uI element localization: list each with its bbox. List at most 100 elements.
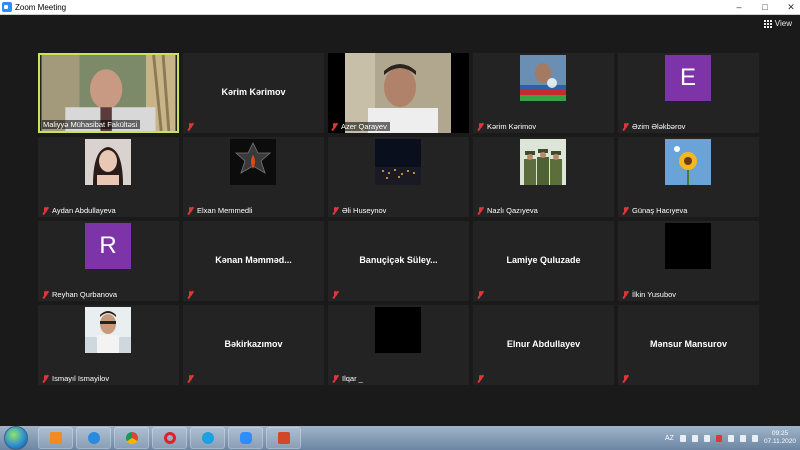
participant-name: Aydan Abdullayeva [52,206,116,215]
mic-muted-icon [332,374,339,383]
participant-name-row: Əli Huseynov [332,206,386,215]
participant-name-row [332,291,339,299]
show-hidden-icons-icon[interactable] [679,434,686,442]
gallery-view: Maliyyə Mühasibat Fakültəsi Kərim Kərimo… [38,53,762,385]
internet-explorer-taskbar-icon[interactable] [76,427,111,449]
profile-photo [375,139,421,185]
participant-tile[interactable]: E Əzim Ələkbərov [618,53,759,133]
mic-muted-icon [477,122,484,131]
taskbar-apps [38,427,301,449]
participant-name-row [187,291,194,299]
participant-name: Əzim Ələkbərov [632,122,686,131]
participant-tile[interactable]: Aydan Abdullayeva [38,137,179,217]
bluetooth-icon[interactable] [703,434,710,442]
participant-display-name: Banuçiçək Süley... [359,255,438,265]
start-button[interactable] [4,426,28,450]
window-controls: – □ ✕ [734,0,796,14]
participant-name: Kərim Kərimov [487,122,537,131]
title-bar: Zoom Meeting – □ ✕ [0,0,800,15]
participant-display-name: Kərim Kərimov [221,87,286,97]
mic-muted-icon [622,375,629,383]
participant-tile[interactable]: İlkin Yusubov [618,221,759,301]
battery-icon[interactable] [727,434,734,442]
participant-tile[interactable]: Günaş Hacıyeva [618,137,759,217]
clock-time: 09:25 [771,430,789,437]
chrome-taskbar-icon[interactable] [114,427,149,449]
participant-tile[interactable]: Ilqar _ [328,305,469,385]
avatar-letter: R [85,223,131,269]
powerpoint-taskbar-icon[interactable] [266,427,301,449]
participant-name-row [187,123,194,131]
mic-muted-icon [477,206,484,215]
participant-tile[interactable]: Lamiye Quluzade [473,221,614,301]
participant-name: Əli Huseynov [342,206,387,215]
profile-photo [520,139,566,185]
participant-name-row: Əzim Ələkbərov [622,122,685,131]
participant-name-row: Nazlı Qazıyeva [477,206,538,215]
security-icon[interactable] [715,434,722,442]
mic-muted-icon [622,206,629,215]
action-center-flag-icon[interactable] [751,434,758,442]
participant-tile[interactable]: Kərim Kərimov [473,53,614,133]
participant-name: Elxan Memmedli [197,206,253,215]
zoom-app-icon [2,2,12,12]
participant-name-row: Ismayıl Ismayilov [42,374,109,383]
maximize-button[interactable]: □ [760,2,770,12]
participant-tile[interactable]: Kənan Məmməd... [183,221,324,301]
participant-display-name: Lamiye Quluzade [506,255,581,265]
participant-tile[interactable]: Nazlı Qazıyeva [473,137,614,217]
participant-tile[interactable]: Bəkirkazımov [183,305,324,385]
participant-name-row [477,375,484,383]
participant-tile[interactable]: Əli Huseynov [328,137,469,217]
participant-name: Günaş Hacıyeva [632,206,688,215]
view-label: View [774,19,792,28]
blank-profile-photo [665,223,711,269]
clock-date: 07.11.2020 [763,438,796,445]
clock[interactable]: 09:25 07.11.2020 [764,430,796,446]
participant-display-name: Kənan Məmməd... [215,255,292,265]
mic-muted-icon [187,375,194,383]
participant-tile[interactable]: Ismayıl Ismayilov [38,305,179,385]
participant-tile[interactable]: Elxan Memmedli [183,137,324,217]
mic-muted-icon [331,122,338,131]
participant-tile[interactable]: R Reyhan Qurbanova [38,221,179,301]
mic-muted-icon [42,206,49,215]
participant-name: Azer Qarayev [341,122,387,131]
mic-muted-icon [42,290,49,299]
participant-tile[interactable]: Kərim Kərimov [183,53,324,133]
participant-name: Maliyyə Mühasibat Fakültəsi [42,120,141,129]
window-title: Zoom Meeting [15,2,67,12]
video-feed [328,53,469,133]
minimize-button[interactable]: – [734,2,744,12]
participant-tile[interactable]: Azer Qarayev [328,53,469,133]
participant-display-name: Elnur Abdullayev [506,339,581,349]
volume-icon[interactable] [739,434,746,442]
participant-name-row [622,375,629,383]
profile-photo [85,139,131,185]
participant-tile[interactable]: Maliyyə Mühasibat Fakültəsi [38,53,179,133]
blank-profile-photo [375,307,421,353]
participant-tile[interactable]: Mənsur Mansurov [618,305,759,385]
participant-name-row: Elxan Memmedli [187,206,252,215]
close-button[interactable]: ✕ [786,2,796,13]
participant-tile[interactable]: Banuçiçək Süley... [328,221,469,301]
windows-taskbar: AZ 09:25 07.11.2020 [0,426,800,450]
media-player-taskbar-icon[interactable] [38,427,73,449]
mic-muted-icon [477,375,484,383]
language-indicator[interactable]: AZ [665,435,674,442]
participant-name-row: İlkin Yusubov [622,290,676,299]
participant-name-row [477,291,484,299]
mic-muted-icon [332,291,339,299]
opera-taskbar-icon[interactable] [152,427,187,449]
participant-name-row: Ilqar _ [332,374,363,383]
avatar-letter: E [665,55,711,101]
network-icon[interactable] [691,434,698,442]
profile-photo [520,55,566,101]
participant-tile[interactable]: Elnur Abdullayev [473,305,614,385]
profile-photo [230,139,276,185]
zoom-taskbar-icon[interactable] [228,427,263,449]
skype-taskbar-icon[interactable] [190,427,225,449]
mic-muted-icon [187,291,194,299]
view-button[interactable]: View [763,19,792,28]
participant-name-row: Günaş Hacıyeva [622,206,687,215]
